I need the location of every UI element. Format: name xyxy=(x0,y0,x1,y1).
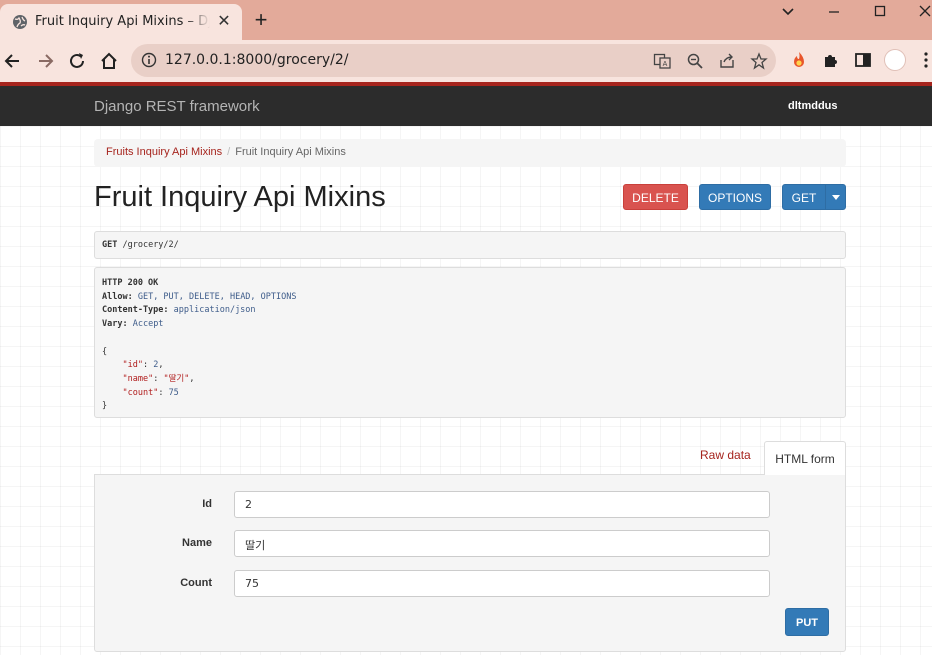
breadcrumb-current: Fruit Inquiry Api Mixins xyxy=(235,146,346,158)
brand-link[interactable]: Django REST framework xyxy=(94,98,260,115)
response-status: HTTP 200 OK xyxy=(102,278,159,288)
content-type-value: application/json xyxy=(173,305,256,316)
window-close-icon[interactable] xyxy=(914,3,932,21)
request-method: GET xyxy=(102,240,118,250)
allow-value: GET, PUT, DELETE, HEAD, OPTIONS xyxy=(137,291,297,302)
vary-key: Vary: xyxy=(102,319,128,330)
extensions-puzzle-icon[interactable] xyxy=(821,50,841,70)
id-label: Id xyxy=(202,498,212,510)
json-open-brace: { xyxy=(102,346,108,357)
back-arrow-icon[interactable] xyxy=(2,50,24,72)
address-bar[interactable]: 127.0.0.1:8000/grocery/2/ A xyxy=(131,44,776,77)
tab-raw-data[interactable]: Raw data xyxy=(700,448,751,462)
json-close-brace: } xyxy=(102,401,108,412)
close-tab-icon[interactable]: ✕ xyxy=(217,14,231,30)
tab-search-icon[interactable] xyxy=(777,3,799,21)
response-info: HTTP 200 OK Allow: GET, PUT, DELETE, HEA… xyxy=(94,267,846,418)
json-value: 75 xyxy=(168,387,179,398)
caret-down-icon xyxy=(831,195,840,200)
get-format-dropdown[interactable] xyxy=(825,184,846,210)
extension-fire-icon[interactable] xyxy=(789,50,809,70)
request-path: /grocery/2/ xyxy=(122,240,179,250)
browser-toolbar: 127.0.0.1:8000/grocery/2/ A xyxy=(0,40,932,82)
share-icon[interactable] xyxy=(718,52,736,70)
side-panel-icon[interactable] xyxy=(853,50,873,70)
browser-tab[interactable]: Fruit Inquiry Api Mixins – Django REST f… xyxy=(0,4,242,40)
user-menu[interactable]: dltmddus xyxy=(788,100,838,112)
new-tab-button[interactable]: + xyxy=(251,9,271,31)
breadcrumb-separator: / xyxy=(227,146,231,158)
count-field[interactable]: 75 xyxy=(234,570,770,597)
bookmark-star-icon[interactable] xyxy=(750,52,768,70)
breadcrumb-link[interactable]: Fruits Inquiry Api Mixins xyxy=(106,146,222,158)
put-button[interactable]: PUT xyxy=(785,608,829,636)
put-form: Id 2 Name 딸기 Count 75 xyxy=(94,474,846,652)
content-type-key: Content-Type: xyxy=(102,305,169,316)
json-value: "딸기" xyxy=(163,373,190,384)
drf-navbar: Django REST framework dltmddus xyxy=(0,86,932,126)
tab-title: Fruit Inquiry Api Mixins – Django REST f… xyxy=(35,14,210,29)
home-icon[interactable] xyxy=(98,50,120,72)
name-label: Name xyxy=(182,537,212,549)
allow-key: Allow: xyxy=(102,291,133,302)
name-field[interactable]: 딸기 xyxy=(234,530,770,557)
zoom-icon[interactable] xyxy=(686,52,704,70)
json-key: "name" xyxy=(122,373,154,384)
get-button[interactable]: GET xyxy=(782,184,826,210)
reload-icon[interactable] xyxy=(66,50,88,72)
maximize-icon[interactable] xyxy=(869,3,891,21)
page-title: Fruit Inquiry Api Mixins xyxy=(94,181,386,213)
more-menu-icon[interactable] xyxy=(916,50,932,70)
options-button[interactable]: OPTIONS xyxy=(699,184,771,210)
json-key: "count" xyxy=(122,387,159,398)
delete-button[interactable]: DELETE xyxy=(623,184,688,210)
request-info: GET /grocery/2/ xyxy=(94,231,846,259)
id-field[interactable]: 2 xyxy=(234,491,770,518)
globe-icon xyxy=(13,15,27,29)
minimize-icon[interactable] xyxy=(823,3,845,21)
page-content: Fruits Inquiry Api Mixins / Fruit Inquiry … xyxy=(0,126,932,655)
vary-value: Accept xyxy=(132,319,164,330)
tab-html-form[interactable]: HTML form xyxy=(764,441,846,475)
url-text[interactable]: 127.0.0.1:8000/grocery/2/ xyxy=(165,52,348,68)
breadcrumb: Fruits Inquiry Api Mixins / Fruit Inquiry … xyxy=(94,139,846,167)
json-key: "id" xyxy=(122,360,143,371)
info-icon[interactable] xyxy=(141,52,157,68)
forward-arrow-icon[interactable] xyxy=(34,50,56,72)
browser-tabstrip: Fruit Inquiry Api Mixins – Django REST f… xyxy=(0,0,932,40)
translate-icon[interactable]: A xyxy=(653,52,671,70)
profile-avatar[interactable] xyxy=(884,49,906,71)
svg-text:A: A xyxy=(663,61,668,68)
count-label: Count xyxy=(180,577,212,589)
json-value: 2 xyxy=(153,360,159,371)
